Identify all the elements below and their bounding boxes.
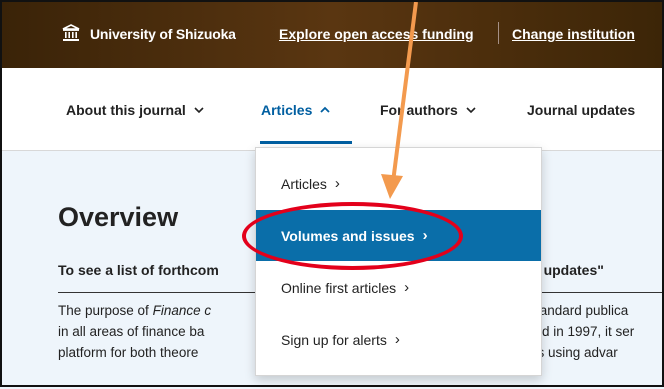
pointer-arrow-annotation [381, 2, 418, 199]
